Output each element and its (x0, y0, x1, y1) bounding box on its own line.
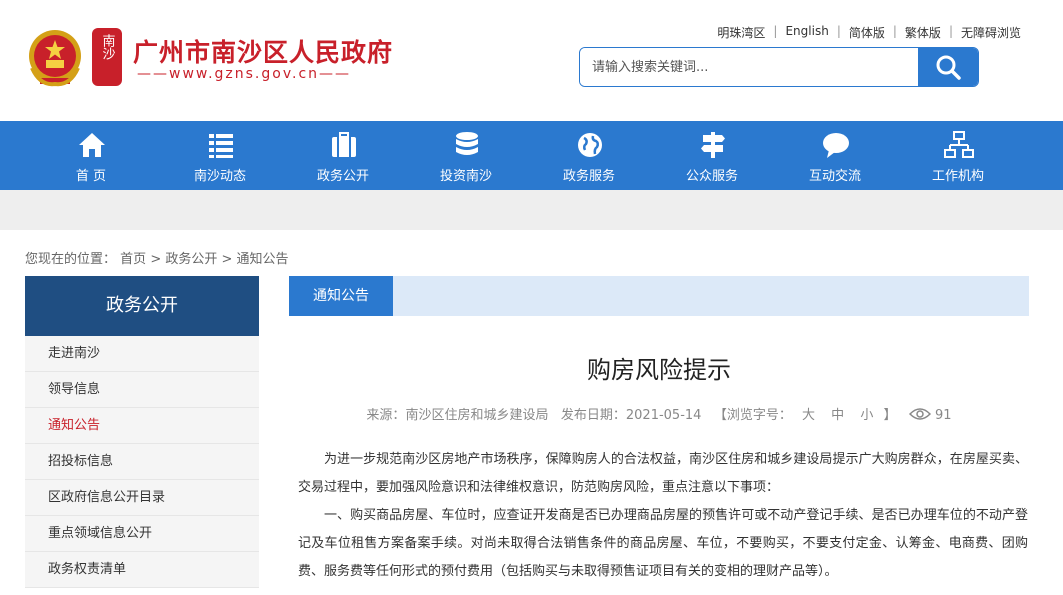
date-value: 2021-05-14 (625, 408, 702, 423)
toplink-accessibility[interactable]: 无障碍浏览 (953, 24, 1029, 41)
toplink-mingzhuwan[interactable]: 明珠湾区 (709, 24, 773, 41)
breadcrumb: 您现在的位置： 首页 > 政务公开 > 通知公告 (25, 248, 289, 267)
source-label: 来源： (366, 408, 406, 423)
search-input[interactable] (580, 48, 919, 86)
org-chart-icon (944, 131, 974, 158)
main-nav: 首 页 南沙动态 政务公开 投资南沙 政务服务 公众服务 互动交流 工作机构 (0, 121, 1063, 190)
nav-label: 南沙动态 (193, 169, 246, 184)
nav-item-interaction[interactable]: 互动交流 (785, 121, 885, 190)
globe-icon (578, 133, 602, 157)
nav-item-gov-services[interactable]: 政务服务 (539, 121, 639, 190)
source-value: 南沙区住房和城乡建设局 (405, 408, 549, 423)
tab-notices[interactable]: 通知公告 (289, 276, 393, 316)
site-header: 南沙 广州市南沙区人民政府 ——www.gzns.gov.cn—— 明珠湾区 |… (0, 0, 1063, 121)
breadcrumb-separator: > (221, 252, 237, 267)
home-icon (79, 133, 105, 157)
national-emblem-icon (29, 30, 81, 87)
nansha-seal-logo: 南沙 (92, 28, 122, 86)
nav-item-public-services[interactable]: 公众服务 (662, 121, 762, 190)
article-paragraph: 一、购买商品房屋、车位时，应查证开发商是否已办理商品房屋的预售许可或不动产登记手… (298, 508, 1028, 579)
list-icon (209, 134, 233, 158)
nav-label: 首 页 (75, 169, 107, 184)
sidebar-item-leaders[interactable]: 领导信息 (25, 372, 259, 408)
breadcrumb-prefix: 您现在的位置： (25, 252, 117, 267)
nav-item-gov-affairs[interactable]: 政务公开 (293, 121, 393, 190)
nav-item-investment[interactable]: 投资南沙 (416, 121, 516, 190)
banner-strip (0, 190, 1063, 230)
font-size-medium[interactable]: 中 (825, 408, 850, 423)
font-size-close: 】 (883, 408, 897, 423)
article-paragraph: 为进一步规范南沙区房地产市场秩序，保障购房人的合法权益，南沙区住房和城乡建设局提… (298, 452, 1028, 495)
seal-text: 南沙 (99, 34, 115, 60)
nav-item-news[interactable]: 南沙动态 (170, 121, 270, 190)
nav-label: 工作机构 (931, 169, 984, 184)
eye-icon (908, 408, 931, 420)
site-url: ——www.gzns.gov.cn—— (137, 66, 352, 82)
toplink-simplified[interactable]: 简体版 (841, 24, 893, 41)
date-label: 发布日期： (560, 408, 626, 423)
breadcrumb-separator: > (150, 252, 166, 267)
font-size-label: 【浏览字号： (713, 408, 792, 423)
breadcrumb-home[interactable]: 首页 (120, 252, 146, 267)
sidebar-item-disclosure-catalog[interactable]: 区政府信息公开目录 (25, 480, 259, 516)
sidebar-item-power-list[interactable]: 政务权责清单 (25, 552, 259, 588)
sidebar: 政务公开 走进南沙 领导信息 通知公告 招投标信息 区政府信息公开目录 重点领域… (25, 276, 259, 588)
article-body: 为进一步规范南沙区房地产市场秩序，保障购房人的合法权益，南沙区住房和城乡建设局提… (298, 446, 1028, 586)
nav-item-institutions[interactable]: 工作机构 (908, 121, 1008, 190)
sidebar-item-key-areas[interactable]: 重点领域信息公开 (25, 516, 259, 552)
search-box (579, 47, 979, 87)
site-title[interactable]: 广州市南沙区人民政府 (133, 33, 393, 69)
nav-label: 政务公开 (316, 169, 369, 184)
briefcase-icon (332, 132, 356, 157)
nav-label: 公众服务 (685, 169, 738, 184)
chat-icon (823, 133, 849, 158)
toplink-traditional[interactable]: 繁体版 (897, 24, 949, 41)
nav-item-home[interactable]: 首 页 (41, 121, 141, 190)
nav-label: 投资南沙 (439, 169, 492, 184)
sidebar-title: 政务公开 (25, 276, 259, 336)
search-button[interactable] (918, 48, 978, 86)
breadcrumb-notices[interactable]: 通知公告 (237, 252, 289, 267)
article-title: 购房风险提示 (587, 356, 731, 384)
database-icon (456, 132, 478, 155)
nav-label: 互动交流 (808, 169, 861, 184)
breadcrumb-gov-affairs[interactable]: 政务公开 (165, 252, 217, 267)
sidebar-item-notices[interactable]: 通知公告 (25, 408, 259, 444)
sidebar-item-bidding[interactable]: 招投标信息 (25, 444, 259, 480)
font-size-large[interactable]: 大 (796, 408, 821, 423)
signpost-icon (701, 132, 725, 158)
section-tab-bar: 通知公告 (289, 276, 1029, 316)
view-count: 91 (935, 408, 952, 423)
nav-label: 政务服务 (562, 169, 615, 184)
font-size-small[interactable]: 小 (854, 408, 879, 423)
article-meta: 来源：南沙区住房和城乡建设局 发布日期：2021-05-14 【浏览字号： 大 … (289, 404, 1029, 423)
toplink-english[interactable]: English (777, 24, 836, 41)
search-icon (936, 55, 961, 80)
top-links: 明珠湾区 | English | 简体版 | 繁体版 | 无障碍浏览 (709, 24, 1029, 41)
sidebar-item-about-nansha[interactable]: 走进南沙 (25, 336, 259, 372)
